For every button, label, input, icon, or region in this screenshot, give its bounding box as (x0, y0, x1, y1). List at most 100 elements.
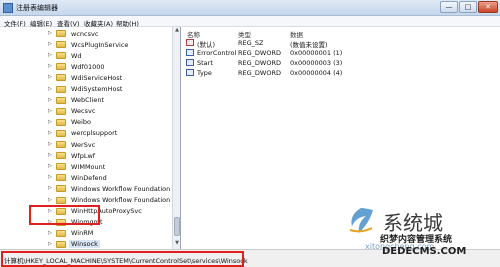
tree-item[interactable]: ▷ WerSvc (0, 139, 172, 150)
tree-item-label: WerSvc (71, 140, 96, 149)
expand-arrow-icon[interactable]: ▷ (48, 63, 52, 69)
folder-icon (56, 41, 66, 49)
watermark-logo-icon (349, 208, 373, 233)
folder-icon (56, 85, 66, 93)
expand-arrow-icon[interactable]: ▷ (48, 174, 52, 180)
expand-arrow-icon[interactable]: ▷ (48, 185, 52, 191)
values-list[interactable]: 名称 类型 数据 (默认) REG_SZ (数值未设置) ErrorControl RE… (182, 27, 500, 249)
tree-item-label: WinDefend (71, 173, 107, 182)
tree-item-label: Wdf01000 (71, 62, 105, 71)
minimize-button[interactable]: — (440, 1, 458, 13)
watermark-url: DEDECMS.COM (382, 246, 467, 257)
folder-icon (56, 129, 66, 137)
value-data: 0x00000001 (1) (290, 49, 343, 57)
close-button[interactable]: ✕ (478, 1, 498, 13)
value-name: Type (197, 69, 212, 77)
expand-arrow-icon[interactable]: ▷ (48, 230, 52, 236)
expand-arrow-icon[interactable]: ▷ (48, 197, 52, 203)
tree-item[interactable]: ▷ WfpLwf (0, 150, 172, 161)
scroll-down-icon[interactable]: ▼ (173, 240, 180, 249)
tree-item[interactable]: ▷ Windows Workflow Foundation 4.0. (0, 195, 180, 206)
tree-item[interactable]: ▷ wcncsvc (0, 28, 172, 39)
string-value-icon (186, 39, 194, 46)
expand-arrow-icon[interactable]: ▷ (48, 30, 52, 36)
value-type: REG_SZ (238, 39, 264, 47)
tree-item[interactable]: ▷ WinDefend (0, 172, 172, 183)
tree-item-label: WebClient (71, 96, 104, 105)
tree-item[interactable]: ▷ WebClient (0, 95, 172, 106)
tree-item-label: WdiServiceHost (71, 73, 123, 82)
tree-item-label: Windows Workflow Foundation 4.0. (71, 196, 181, 204)
expand-arrow-icon[interactable]: ▷ (48, 119, 52, 125)
expand-arrow-icon[interactable]: ▷ (48, 130, 52, 136)
value-name: ErrorControl (197, 49, 237, 57)
window-title: 注册表编辑器 (16, 4, 58, 12)
status-path-highlight-box (1, 251, 244, 267)
tree-item[interactable]: ▷ WdiSystemHost (0, 84, 172, 95)
expand-arrow-icon[interactable]: ▷ (48, 74, 52, 80)
folder-icon (56, 74, 66, 82)
folder-icon (56, 141, 66, 148)
expand-arrow-icon[interactable]: ▷ (48, 41, 52, 47)
tree-item-label: Weibo (71, 118, 91, 127)
tree-item[interactable]: ▷ WdiServiceHost (0, 72, 172, 83)
value-name: Start (197, 59, 213, 67)
maximize-button[interactable]: □ (459, 1, 477, 13)
scroll-thumb[interactable] (174, 217, 180, 236)
tree-item-label: wcncsvc (71, 29, 99, 38)
binary-value-icon (186, 49, 194, 56)
expand-arrow-icon[interactable]: ▷ (48, 152, 52, 158)
value-row[interactable]: ErrorControl REG_DWORD 0x00000001 (1) (182, 48, 500, 58)
value-row[interactable]: (默认) REG_SZ (数值未设置) (182, 38, 500, 49)
tree-item[interactable]: ▷ WcsPlugInService (0, 39, 172, 50)
expand-arrow-icon[interactable]: ▷ (48, 86, 52, 92)
folder-icon (56, 229, 66, 237)
expand-arrow-icon[interactable]: ▷ (48, 108, 52, 114)
expand-arrow-icon[interactable]: ▷ (48, 163, 52, 169)
tree-item[interactable]: ▷ Weibo (0, 117, 172, 128)
tree-item[interactable]: ▷ WinRM (0, 228, 172, 239)
tree-item[interactable]: ▷ Windows Workflow Foundation 3.0. (0, 183, 180, 194)
tree-item-label: Wecsvc (71, 107, 96, 116)
folder-icon (56, 96, 66, 104)
folder-icon (56, 63, 66, 71)
menu-bar: 文件(F) 编辑(E) 查看(V) 收藏夹(A) 帮助(H) (0, 16, 500, 28)
expand-arrow-icon[interactable]: ▷ (48, 241, 52, 247)
folder-icon (56, 118, 66, 126)
folder-icon (56, 174, 66, 182)
value-data: 0x00000004 (4) (290, 69, 343, 77)
tree-item[interactable]: ▷ WIMMount (0, 161, 172, 172)
tree-item-label: Wd (71, 51, 82, 60)
value-row[interactable]: Start REG_DWORD 0x00000003 (3) (182, 58, 500, 68)
value-row[interactable]: Type REG_DWORD 0x00000004 (4) (182, 68, 500, 78)
registry-editor-icon (3, 3, 13, 13)
tree-item[interactable]: ▷ Wdf01000 (0, 61, 172, 72)
folder-icon (56, 185, 66, 193)
tree-item[interactable]: ▷ wercplsupport (0, 128, 172, 139)
tree-scrollbar[interactable]: ▲ ▼ (172, 27, 180, 249)
value-data: 0x00000003 (3) (290, 59, 343, 67)
tree-item[interactable]: ▷ Wecsvc (0, 106, 172, 117)
scroll-up-icon[interactable]: ▲ (173, 27, 180, 36)
title-bar: 注册表编辑器 — □ ✕ (0, 0, 500, 16)
folder-icon (56, 163, 66, 171)
tree-item[interactable]: ▷ Wd (0, 50, 172, 61)
expand-arrow-icon[interactable]: ▷ (48, 52, 52, 58)
value-type: REG_DWORD (238, 49, 281, 57)
binary-value-icon (186, 59, 194, 66)
tree-item-label: Winsock (69, 240, 100, 249)
value-type: REG_DWORD (238, 69, 281, 77)
tree-item-label: wercplsupport (71, 129, 118, 138)
tree-item[interactable]: ▷ Winsock (0, 239, 172, 249)
tree-item-label: WinRM (71, 229, 94, 238)
folder-icon (56, 107, 66, 115)
binary-value-icon (186, 69, 194, 76)
tree-item-label: WdiSystemHost (71, 85, 123, 93)
registry-tree[interactable]: ▷ wcncsvc ▷ WcsPlugInService ▷ Wd ▷ Wdf01000 ▷ Wd… (0, 27, 181, 249)
value-type: REG_DWORD (238, 59, 281, 67)
tree-item-label: WfpLwf (71, 151, 96, 160)
folder-icon (56, 240, 66, 248)
expand-arrow-icon[interactable]: ▷ (48, 141, 52, 147)
watermark-subtitle: 织梦内容管理系统 (380, 235, 453, 245)
expand-arrow-icon[interactable]: ▷ (48, 97, 52, 103)
